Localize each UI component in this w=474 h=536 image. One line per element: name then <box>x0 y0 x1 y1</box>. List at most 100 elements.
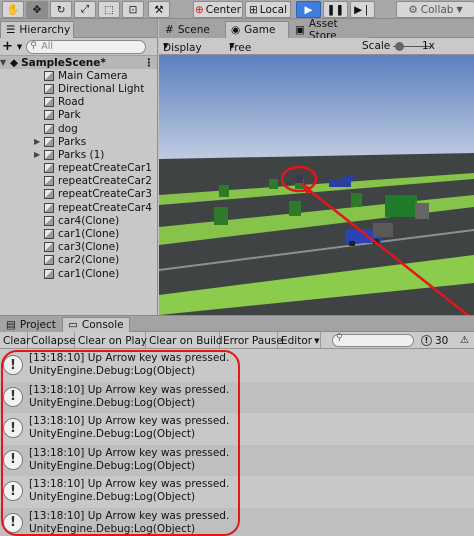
hierarchy-item[interactable]: car2(Clone) <box>0 254 157 267</box>
hierarchy-item-label: Road <box>58 96 85 109</box>
log-message: [13:18:10] Up Arrow key was pressed. <box>29 446 230 459</box>
log-stacktrace: UnityEngine.Debug:Log(Object) <box>29 491 196 503</box>
tab-console[interactable]: ▭ Console <box>62 317 130 332</box>
gameobject-icon <box>44 202 54 213</box>
hierarchy-item[interactable]: repeatCreateCar4 <box>0 201 157 214</box>
hierarchy-item[interactable]: Park <box>0 109 157 122</box>
hierarchy-item[interactable]: car1(Clone) <box>0 227 157 240</box>
clear-on-play-button[interactable]: Clear on Play <box>75 332 147 349</box>
collapse-button[interactable]: Collapse <box>28 332 76 349</box>
gameobject-icon <box>44 149 54 160</box>
search-icon: ⚲ <box>30 40 37 51</box>
hierarchy-search-input[interactable]: ⚲ All <box>26 39 147 54</box>
info-icon: ! <box>3 418 23 438</box>
hierarchy-item[interactable]: Directional Light <box>0 82 157 95</box>
gameobject-icon <box>44 189 54 200</box>
hierarchy-item[interactable]: Road <box>0 96 157 109</box>
tab-project[interactable]: ▤ Project <box>0 317 62 332</box>
log-message: [13:18:10] Up Arrow key was pressed. <box>29 352 230 364</box>
expand-arrow-icon[interactable]: ▶ <box>34 137 44 146</box>
move-icon: ✥ <box>32 3 42 16</box>
hierarchy-item-label: car2(Clone) <box>58 254 120 267</box>
hierarchy-item[interactable]: dog <box>0 122 157 135</box>
pivot-center-toggle[interactable]: ⊕ Center <box>193 1 243 18</box>
log-entry[interactable]: ! [13:18:10] Up Arrow key was pressed. Uni… <box>0 444 474 476</box>
hierarchy-item[interactable]: repeatCreateCar2 <box>0 175 157 188</box>
scale-slider-knob[interactable] <box>394 42 404 51</box>
hierarchy-item[interactable]: repeatCreateCar1 <box>0 162 157 175</box>
tab-game[interactable]: ◉ Game <box>225 21 289 38</box>
gameobject-icon <box>44 136 54 147</box>
collab-dropdown[interactable]: ⚙ Collab ▼ <box>396 1 474 18</box>
log-text: [13:18:10] Up Arrow key was pressed. Unit… <box>29 352 229 378</box>
tab-scene[interactable]: # Scene <box>159 21 225 38</box>
clear-button[interactable]: Clear <box>0 332 30 349</box>
gameobject-icon <box>44 110 54 121</box>
hierarchy-item[interactable]: car4(Clone) <box>0 214 157 227</box>
chevron-down-icon: ▼ <box>163 42 169 50</box>
custom-tool-button[interactable]: ⚒ <box>148 1 170 18</box>
game-scene-render <box>159 55 474 315</box>
hierarchy-item[interactable]: ▶ Parks (1) <box>0 148 157 161</box>
log-entry[interactable]: ! [13:18:10] Up Arrow key was pressed. Uni… <box>0 507 474 536</box>
hierarchy-item[interactable]: repeatCreateCar3 <box>0 188 157 201</box>
game-viewport[interactable] <box>159 55 474 315</box>
create-button[interactable]: + <box>2 39 13 54</box>
expand-arrow-icon[interactable]: ▶ <box>34 150 44 159</box>
chevron-down-icon[interactable]: ▼ <box>17 43 22 51</box>
log-filter-toggle[interactable]: ! 30 <box>418 332 456 349</box>
scene-icon: # <box>165 24 174 36</box>
rotate-tool-button[interactable]: ↻ <box>50 1 72 18</box>
play-button[interactable]: ▶ <box>296 1 321 18</box>
hierarchy-item-label: Directional Light <box>58 82 145 95</box>
gameobject-icon <box>44 268 54 279</box>
hierarchy-item-label: Park <box>58 109 81 122</box>
hierarchy-item[interactable]: ▶ Parks <box>0 135 157 148</box>
unity-logo-icon: ◆ <box>10 56 19 69</box>
gameobject-icon <box>44 70 54 81</box>
scale-tool-button[interactable]: ⤢ <box>74 1 96 18</box>
scene-menu-icon[interactable]: ⋮ <box>144 57 158 69</box>
scale-icon: ⤢ <box>80 3 90 15</box>
expand-arrow-icon[interactable]: ▼ <box>0 58 10 67</box>
hierarchy-item[interactable]: car1(Clone) <box>0 267 157 280</box>
log-stacktrace: UnityEngine.Debug:Log(Object) <box>29 396 196 409</box>
tab-hierarchy[interactable]: ☰ Hierarchy <box>0 21 74 38</box>
gameobject-icon <box>44 242 54 253</box>
move-tool-button[interactable]: ✥ <box>26 1 48 18</box>
log-entry[interactable]: ! [13:18:10] Up Arrow key was pressed. Uni… <box>0 413 474 445</box>
clear-on-build-button[interactable]: Clear on Build <box>146 332 223 349</box>
transform-tool-button[interactable]: ⊡ <box>122 1 144 18</box>
log-entry[interactable]: ! [13:18:10] Up Arrow key was pressed. Uni… <box>0 476 474 508</box>
pause-button[interactable]: ❚❚ <box>323 1 348 18</box>
error-pause-button[interactable]: Error Pause <box>220 332 283 349</box>
gameobject-icon <box>44 229 54 240</box>
dog <box>295 175 303 183</box>
hierarchy-item[interactable]: car3(Clone) <box>0 241 157 254</box>
console-search-input[interactable]: ⚲ <box>332 333 414 347</box>
play-icon: ▶ <box>304 3 313 16</box>
rect-tool-button[interactable]: ⬚ <box>98 1 120 18</box>
tab-asset-store[interactable]: ▣ Asset Store <box>289 18 369 42</box>
hierarchy-tabbar: ☰ Hierarchy <box>0 19 157 38</box>
sky <box>159 55 474 159</box>
console-log-list: ! [13:18:10] Up Arrow key was pressed. Uni… <box>0 350 474 536</box>
hierarchy-panel: ☰ Hierarchy + ▼ ⚲ All ▼ ◆ SampleScene* ⋮… <box>0 19 158 315</box>
step-button[interactable]: ▶❘ <box>350 1 375 18</box>
hierarchy-item-label: repeatCreateCar1 <box>58 162 152 175</box>
log-entry[interactable]: ! [13:18:10] Up Arrow key was pressed. Uni… <box>0 381 474 413</box>
pivot-local-toggle[interactable]: ⊞ Local <box>245 1 291 18</box>
rect-icon: ⬚ <box>104 3 114 16</box>
log-entry[interactable]: ! [13:18:10] Up Arrow key was pressed. Uni… <box>0 350 474 382</box>
editor-dropdown[interactable]: Editor ▼ <box>278 332 321 349</box>
hierarchy-item-label: Main Camera <box>58 69 128 82</box>
chevron-down-icon: ▼ <box>229 42 235 50</box>
tools-icon: ⚒ <box>154 3 164 16</box>
info-icon: ! <box>3 512 23 533</box>
scene-row[interactable]: ▼ ◆ SampleScene* ⋮ <box>0 56 158 70</box>
hand-tool-button[interactable]: ✋ <box>2 1 24 18</box>
hierarchy-item-label: repeatCreateCar2 <box>58 175 152 188</box>
warning-filter-toggle[interactable]: ⚠ <box>457 332 474 349</box>
hierarchy-tree: ▼ ◆ SampleScene* ⋮ Main Camera Directiona… <box>0 56 157 280</box>
hierarchy-item[interactable]: Main Camera <box>0 69 157 82</box>
